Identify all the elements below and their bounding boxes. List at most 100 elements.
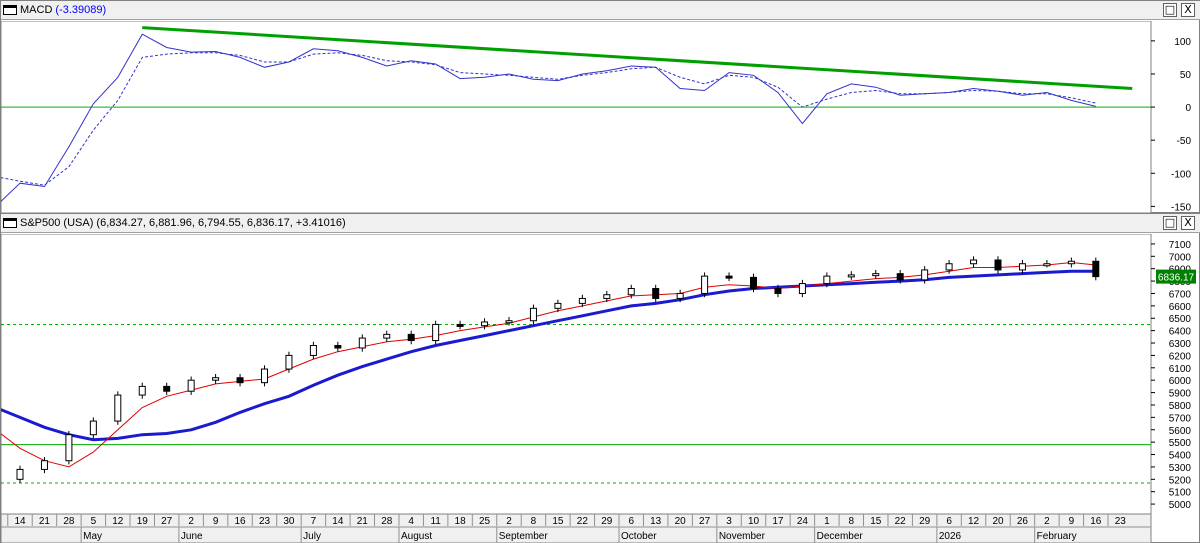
candle-body xyxy=(1043,263,1051,267)
candle-body xyxy=(676,292,684,299)
x-day-label: 2 xyxy=(188,516,194,527)
macd-title: MACD xyxy=(20,4,53,16)
macd-value: (-3.39089) xyxy=(55,4,107,16)
candle-body xyxy=(334,345,342,349)
candle-body xyxy=(774,288,782,294)
last-price-label: 6836.17 xyxy=(1158,273,1195,284)
y-tick-label: 6000 xyxy=(1169,376,1192,387)
y-tick-label: 6600 xyxy=(1169,302,1192,313)
x-day-label: 22 xyxy=(895,516,907,527)
y-tick-label: 6400 xyxy=(1169,327,1192,338)
close-button[interactable]: X xyxy=(1181,3,1195,17)
candle-body xyxy=(16,468,24,480)
x-day-label: 4 xyxy=(408,516,414,527)
x-day-label: 28 xyxy=(63,516,75,527)
candle-body xyxy=(921,269,929,281)
candle-body xyxy=(65,434,73,462)
candle-body xyxy=(823,275,831,285)
candle-body xyxy=(212,377,220,381)
candle-body xyxy=(652,288,660,299)
candle-body xyxy=(1067,260,1075,265)
x-day-label: 16 xyxy=(1090,516,1102,527)
candle-body xyxy=(114,394,122,422)
x-day-label: 15 xyxy=(870,516,882,527)
price-chart: 7100700069006800670066006500640063006200… xyxy=(1,234,1196,543)
candle-body xyxy=(627,288,635,296)
window-icon xyxy=(3,218,17,228)
close-button[interactable]: X xyxy=(1181,216,1195,230)
y-tick-label: 5200 xyxy=(1169,475,1192,486)
y-tick-label: -150 xyxy=(1171,202,1191,213)
candle-body xyxy=(578,297,586,304)
x-day-label: 22 xyxy=(577,516,589,527)
candle-body xyxy=(407,333,415,342)
x-day-label: 26 xyxy=(1017,516,1029,527)
plot-area xyxy=(1,21,1152,213)
candle-body xyxy=(505,320,513,324)
candle-body xyxy=(383,333,391,339)
x-day-label: 27 xyxy=(699,516,711,527)
x-day-label: 9 xyxy=(1069,516,1075,527)
candle-body xyxy=(187,379,195,392)
x-day-label: 2 xyxy=(506,516,512,527)
y-tick-label: 6300 xyxy=(1169,339,1192,350)
x-day-label: 13 xyxy=(650,516,662,527)
candle-body xyxy=(358,337,366,349)
x-month-label: November xyxy=(719,531,766,542)
candle-body xyxy=(994,259,1002,271)
x-day-label: 17 xyxy=(772,516,784,527)
x-day-label: 7 xyxy=(311,516,317,527)
candle-body xyxy=(285,354,293,370)
x-month-label: February xyxy=(1037,531,1077,542)
restore-button[interactable]: □ xyxy=(1163,3,1177,17)
x-day-label: 21 xyxy=(39,516,51,527)
x-month-label: September xyxy=(499,531,549,542)
candle-body xyxy=(261,368,268,384)
x-day-label: 15 xyxy=(552,516,564,527)
candle-body xyxy=(529,307,537,322)
macd-chart: 100 50 0 -50 -100 -150 xyxy=(1,21,1191,213)
candle-body xyxy=(750,276,757,290)
x-month-label: August xyxy=(401,531,432,542)
macd-panel: MACD (-3.39089) □ X 100 50 0 -50 -100 -150 xyxy=(0,0,1200,213)
candle-body xyxy=(701,275,709,294)
x-day-label: 21 xyxy=(357,516,369,527)
x-day-label: 9 xyxy=(213,516,219,527)
x-day-label: 28 xyxy=(381,516,393,527)
x-day-label: 25 xyxy=(479,516,491,527)
y-tick-label: 6100 xyxy=(1169,364,1192,375)
y-tick-label: 5500 xyxy=(1169,438,1192,449)
y-tick-label: 5000 xyxy=(1169,500,1192,511)
x-day-label: 6 xyxy=(946,516,952,527)
x-day-label: 2 xyxy=(1044,516,1050,527)
x-day-label: 19 xyxy=(137,516,149,527)
y-tick-label: 5100 xyxy=(1169,488,1192,499)
x-day-label: 5 xyxy=(91,516,97,527)
candle-body xyxy=(725,275,733,279)
restore-button[interactable]: □ xyxy=(1163,216,1177,230)
x-day-label: 11 xyxy=(430,516,441,527)
x-month-label: December xyxy=(817,531,864,542)
candle-body xyxy=(163,385,171,392)
y-tick-label: -100 xyxy=(1171,169,1191,180)
x-day-label: 6 xyxy=(628,516,634,527)
y-tick-label: 6700 xyxy=(1169,289,1192,300)
price-title: S&P500 (USA) (6,834.27, 6,881.96, 6,794.… xyxy=(20,217,346,229)
y-tick-label: 6200 xyxy=(1169,351,1192,362)
x-month-label: May xyxy=(83,531,102,542)
candle-body xyxy=(1092,260,1100,278)
x-day-label: 3 xyxy=(726,516,732,527)
y-tick-label: 7000 xyxy=(1169,252,1192,263)
y-tick-label: 5300 xyxy=(1169,463,1192,474)
y-tick-label: 5400 xyxy=(1169,451,1192,462)
y-tick-label: 6500 xyxy=(1169,314,1192,325)
y-tick-label: 7100 xyxy=(1169,240,1192,251)
y-tick-label: 100 xyxy=(1174,37,1191,48)
price-titlebar: S&P500 (USA) (6,834.27, 6,881.96, 6,794.… xyxy=(1,214,1200,233)
candle-body xyxy=(1018,263,1026,271)
x-day-label: 18 xyxy=(455,516,467,527)
x-day-label: 20 xyxy=(992,516,1004,527)
x-day-label: 20 xyxy=(675,516,687,527)
x-day-label: 30 xyxy=(283,516,295,527)
y-tick-label: 5600 xyxy=(1169,426,1192,437)
